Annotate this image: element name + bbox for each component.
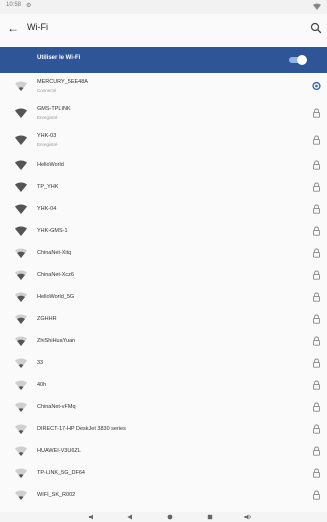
wifi-signal-icon	[15, 108, 27, 118]
network-name: 33	[37, 360, 44, 366]
home-icon[interactable]	[166, 514, 174, 520]
wifi-signal-icon	[15, 248, 27, 258]
volume-up-icon[interactable]	[244, 514, 252, 520]
wifi-signal-icon	[15, 135, 27, 145]
lock-icon	[313, 468, 320, 478]
network-name: ChinaNet-vFMq	[37, 404, 76, 410]
wifi-signal-icon	[15, 446, 27, 456]
lock-icon	[313, 490, 320, 500]
network-list: MERCURY_5EE48A Connecté GMS-TPLINK Enregist…	[0, 73, 327, 506]
network-row[interactable]: ChinaNet-vFMq	[0, 396, 327, 418]
wifi-signal-icon	[15, 424, 27, 434]
wifi-signal-icon	[15, 490, 27, 500]
lock-icon	[313, 160, 320, 170]
lock-icon	[313, 292, 320, 302]
volume-down-icon[interactable]	[88, 514, 96, 520]
wifi-signal-icon	[15, 160, 27, 170]
wifi-toggle-row[interactable]: Utiliser le Wi-Fi	[0, 47, 327, 73]
network-name: 40h	[37, 382, 47, 388]
network-name: YHK-GMS-1	[37, 228, 68, 234]
lock-icon	[313, 424, 320, 434]
wifi-signal-icon	[15, 336, 27, 346]
network-row[interactable]: YHK-03 Enregistré	[0, 127, 327, 154]
network-row[interactable]: TP_YHK	[0, 176, 327, 198]
network-name: ZhiShiHuaYuan	[37, 338, 76, 344]
network-name: HelloWorld	[37, 162, 64, 168]
lock-icon	[313, 358, 320, 368]
wifi-signal-icon	[15, 380, 27, 390]
network-name: YHK-03	[37, 133, 57, 139]
wifi-signal-icon	[15, 204, 27, 214]
wifi-switch[interactable]	[287, 55, 307, 65]
page-title: Wi-Fi	[27, 22, 48, 32]
network-row[interactable]: 33	[0, 352, 327, 374]
network-row[interactable]: DIRECT-17-HP DeskJet 3830 series	[0, 418, 327, 440]
back-icon[interactable]	[126, 514, 134, 520]
network-row[interactable]: HelloWorld	[0, 154, 327, 176]
network-name: TP_YHK	[37, 184, 59, 190]
network-name: HUAWEI-V3U6ZL	[37, 448, 81, 454]
arrow-back-icon: ←	[7, 21, 19, 35]
recents-icon[interactable]	[206, 514, 214, 520]
app-bar: ← Wi-Fi	[0, 14, 327, 42]
wifi-signal-icon	[15, 314, 27, 324]
network-name: ChinaNet-Xitq	[37, 250, 72, 256]
lock-icon	[313, 402, 320, 412]
network-row[interactable]: GMS-TPLINK Enregistré	[0, 100, 327, 127]
settings-icon: ⚙	[26, 3, 32, 9]
network-row[interactable]: ChinaNet-Xcz6	[0, 264, 327, 286]
status-bar: 10:58 ⚙	[0, 0, 327, 14]
wifi-signal-icon	[15, 468, 27, 478]
navigation-bar	[0, 512, 327, 522]
switch-thumb	[297, 55, 307, 65]
wifi-signal-icon	[15, 226, 27, 236]
network-row[interactable]: MERCURY_5EE48A Connecté	[0, 73, 327, 100]
network-name: WIFI_SK_R002	[37, 492, 76, 498]
wifi-toggle-label: Utiliser le Wi-Fi	[37, 55, 81, 61]
network-name: ZGHHR	[37, 316, 57, 322]
network-name: TP-LINK_5G_DF64	[37, 470, 85, 476]
network-status: Connecté	[37, 88, 57, 93]
lock-icon	[313, 204, 320, 214]
lock-icon	[313, 446, 320, 456]
network-row[interactable]: 40h	[0, 374, 327, 396]
search-icon[interactable]	[309, 21, 323, 35]
network-row[interactable]: HUAWEI-V3U6ZL	[0, 440, 327, 462]
network-name: YHK-04	[37, 206, 57, 212]
network-row[interactable]: ChinaNet-Xitq	[0, 242, 327, 264]
lock-icon	[313, 314, 320, 324]
back-button[interactable]: ←	[5, 19, 21, 37]
network-name: DIRECT-17-HP DeskJet 3830 series	[37, 426, 126, 432]
network-name: ChinaNet-Xcz6	[37, 272, 74, 278]
network-status: Enregistré	[37, 115, 58, 120]
lock-icon	[313, 380, 320, 390]
lock-icon	[313, 182, 320, 192]
wifi-signal-icon	[15, 292, 27, 302]
network-name: HelloWorld_5G	[37, 294, 75, 300]
lock-icon	[313, 248, 320, 258]
network-name: GMS-TPLINK	[37, 106, 71, 112]
network-row[interactable]: WIFI_SK_R002	[0, 484, 327, 506]
wifi-signal-icon	[15, 358, 27, 368]
network-status: Enregistré	[37, 142, 58, 147]
wifi-signal-icon	[15, 182, 27, 192]
lock-icon	[313, 108, 320, 118]
wifi-signal-icon	[313, 3, 321, 10]
network-row[interactable]: HelloWorld_5G	[0, 286, 327, 308]
network-row[interactable]: YHK-04	[0, 198, 327, 220]
network-row[interactable]: ZhiShiHuaYuan	[0, 330, 327, 352]
lock-icon	[313, 270, 320, 280]
network-name: MERCURY_5EE48A	[37, 79, 88, 85]
status-time: 10:58	[6, 2, 22, 8]
wifi-signal-icon	[15, 81, 27, 91]
wifi-signal-icon	[15, 402, 27, 412]
network-row[interactable]: TP-LINK_5G_DF64	[0, 462, 327, 484]
lock-icon	[313, 226, 320, 236]
lock-icon	[313, 336, 320, 346]
wifi-signal-icon	[15, 270, 27, 280]
gear-icon[interactable]	[312, 81, 321, 91]
lock-icon	[313, 135, 320, 145]
network-row[interactable]: YHK-GMS-1	[0, 220, 327, 242]
network-row[interactable]: ZGHHR	[0, 308, 327, 330]
